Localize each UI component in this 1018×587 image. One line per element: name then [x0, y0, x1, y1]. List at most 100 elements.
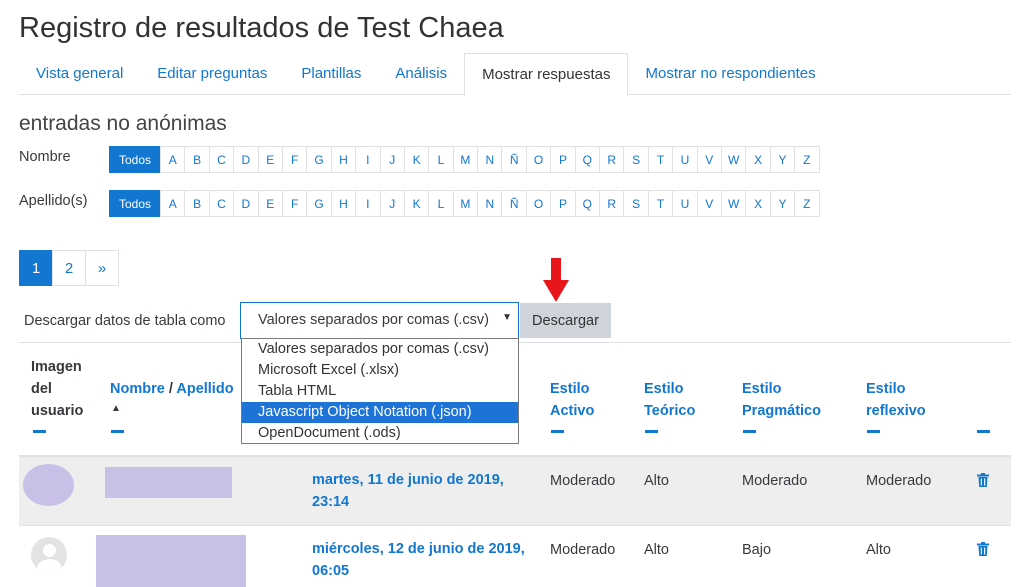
last-name-letter-n[interactable]: N: [477, 190, 503, 217]
last-name-letter-m[interactable]: M: [452, 190, 479, 217]
last-name-letter-ñ[interactable]: Ñ: [501, 190, 527, 217]
page-1-button[interactable]: 1: [19, 250, 53, 286]
last-name-letter-k[interactable]: K: [403, 190, 430, 217]
last-name-filter: Apellido(s) Todos ABCDEFGHIJKLMNÑOPQRSTU…: [19, 190, 820, 217]
sort-ascending-icon: ▲: [111, 403, 121, 414]
collapse-column-icon[interactable]: [645, 430, 658, 433]
last-name-letter-i[interactable]: I: [355, 190, 381, 217]
response-date-link[interactable]: martes, 11 de junio de 2019, 23:14: [312, 469, 527, 513]
first-name-letter-k[interactable]: K: [403, 146, 430, 173]
first-name-letter-j[interactable]: J: [379, 146, 405, 173]
last-name-letter-d[interactable]: D: [233, 190, 259, 217]
first-name-letter-m[interactable]: M: [452, 146, 479, 173]
tab-vista-general[interactable]: Vista general: [19, 53, 140, 95]
download-label: Descargar datos de tabla como: [24, 313, 226, 329]
last-name-letter-j[interactable]: J: [379, 190, 405, 217]
first-name-letter-t[interactable]: T: [647, 146, 674, 173]
header-estilo-teorico[interactable]: Estilo Teórico: [644, 378, 714, 422]
trash-icon[interactable]: [977, 473, 989, 487]
tab-mostrar-no-respondientes[interactable]: Mostrar no respondientes: [628, 53, 832, 95]
last-name-letter-u[interactable]: U: [672, 190, 698, 217]
last-name-letter-l[interactable]: L: [428, 190, 454, 217]
trash-icon[interactable]: [977, 542, 989, 556]
first-name-letter-r[interactable]: R: [599, 146, 625, 173]
last-name-letter-p[interactable]: P: [550, 190, 576, 217]
last-name-letter-t[interactable]: T: [647, 190, 674, 217]
first-name-letter-y[interactable]: Y: [769, 146, 796, 173]
first-name-letter-l[interactable]: L: [428, 146, 454, 173]
last-name-letter-o[interactable]: O: [525, 190, 552, 217]
cell-estilo-teorico: Alto: [644, 542, 669, 558]
tab-editar-preguntas[interactable]: Editar preguntas: [140, 53, 284, 95]
collapse-column-icon[interactable]: [551, 430, 564, 433]
first-name-letter-v[interactable]: V: [696, 146, 722, 173]
section-subtitle: entradas no anónimas: [19, 112, 227, 135]
header-user-image: Imagen del usuario: [31, 359, 84, 419]
first-name-letter-b[interactable]: B: [184, 146, 210, 173]
first-name-letter-s[interactable]: S: [623, 146, 649, 173]
first-name-letter-o[interactable]: O: [525, 146, 552, 173]
first-name-letter-n[interactable]: N: [477, 146, 503, 173]
download-format-select[interactable]: Valores separados por comas (.csv) ▼: [240, 302, 519, 339]
next-page-button[interactable]: »: [85, 250, 119, 286]
last-name-letter-g[interactable]: G: [306, 190, 332, 217]
first-name-letter-c[interactable]: C: [208, 146, 235, 173]
first-name-letter-p[interactable]: P: [550, 146, 576, 173]
last-name-letter-c[interactable]: C: [208, 190, 235, 217]
first-name-all-button[interactable]: Todos: [109, 146, 161, 173]
last-name-letter-w[interactable]: W: [720, 190, 747, 217]
collapse-column-icon[interactable]: [977, 430, 990, 433]
response-date-link[interactable]: miércoles, 12 de junio de 2019, 06:05: [312, 538, 527, 582]
cell-estilo-pragmatico: Bajo: [742, 542, 772, 558]
tab-analisis[interactable]: Análisis: [378, 53, 464, 95]
last-name-letter-a[interactable]: A: [160, 190, 186, 217]
last-name-letter-q[interactable]: Q: [574, 190, 601, 217]
header-first-name-link[interactable]: Nombre: [110, 381, 165, 397]
header-surname-link[interactable]: Apellido: [176, 381, 233, 397]
last-name-letter-f[interactable]: F: [281, 190, 308, 217]
header-name[interactable]: Nombre / Apellido: [110, 378, 241, 400]
first-name-letter-w[interactable]: W: [720, 146, 747, 173]
last-name-letter-h[interactable]: H: [330, 190, 357, 217]
option-xlsx[interactable]: Microsoft Excel (.xlsx): [242, 360, 518, 381]
option-html[interactable]: Tabla HTML: [242, 381, 518, 402]
option-json[interactable]: Javascript Object Notation (.json): [242, 402, 518, 423]
tab-plantillas[interactable]: Plantillas: [284, 53, 378, 95]
page-2-button[interactable]: 2: [52, 250, 86, 286]
first-name-letter-e[interactable]: E: [257, 146, 283, 173]
cell-estilo-reflexivo: Moderado: [866, 473, 932, 489]
header-estilo-pragmatico[interactable]: Estilo Pragmático: [742, 378, 837, 422]
tab-mostrar-respuestas[interactable]: Mostrar respuestas: [464, 53, 629, 96]
collapse-column-icon[interactable]: [743, 430, 756, 433]
first-name-letter-h[interactable]: H: [330, 146, 357, 173]
last-name-letter-x[interactable]: X: [745, 190, 771, 217]
last-name-letter-b[interactable]: B: [184, 190, 210, 217]
collapse-column-icon[interactable]: [867, 430, 880, 433]
first-name-letter-f[interactable]: F: [281, 146, 308, 173]
first-name-letter-bar: Todos ABCDEFGHIJKLMNÑOPQRSTUVWXYZ: [109, 146, 820, 173]
first-name-letter-g[interactable]: G: [306, 146, 332, 173]
last-name-all-button[interactable]: Todos: [109, 190, 161, 217]
option-csv[interactable]: Valores separados por comas (.csv): [242, 339, 518, 360]
header-estilo-reflexivo[interactable]: Estilo reflexivo: [866, 378, 936, 422]
download-button[interactable]: Descargar: [520, 303, 611, 338]
first-name-letter-a[interactable]: A: [160, 146, 186, 173]
cell-estilo-activo: Moderado: [550, 473, 616, 489]
first-name-letter-d[interactable]: D: [233, 146, 259, 173]
collapse-column-icon[interactable]: [33, 430, 46, 433]
first-name-letter-u[interactable]: U: [672, 146, 698, 173]
last-name-letter-s[interactable]: S: [623, 190, 649, 217]
first-name-letter-ñ[interactable]: Ñ: [501, 146, 527, 173]
first-name-letter-x[interactable]: X: [745, 146, 771, 173]
collapse-column-icon[interactable]: [111, 430, 124, 433]
last-name-letter-z[interactable]: Z: [794, 190, 820, 217]
first-name-letter-z[interactable]: Z: [794, 146, 820, 173]
last-name-letter-v[interactable]: V: [696, 190, 722, 217]
last-name-letter-e[interactable]: E: [257, 190, 283, 217]
last-name-letter-r[interactable]: R: [599, 190, 625, 217]
option-ods[interactable]: OpenDocument (.ods): [242, 423, 518, 444]
header-estilo-activo[interactable]: Estilo Activo: [550, 378, 620, 422]
first-name-letter-q[interactable]: Q: [574, 146, 601, 173]
last-name-letter-y[interactable]: Y: [769, 190, 796, 217]
first-name-letter-i[interactable]: I: [355, 146, 381, 173]
